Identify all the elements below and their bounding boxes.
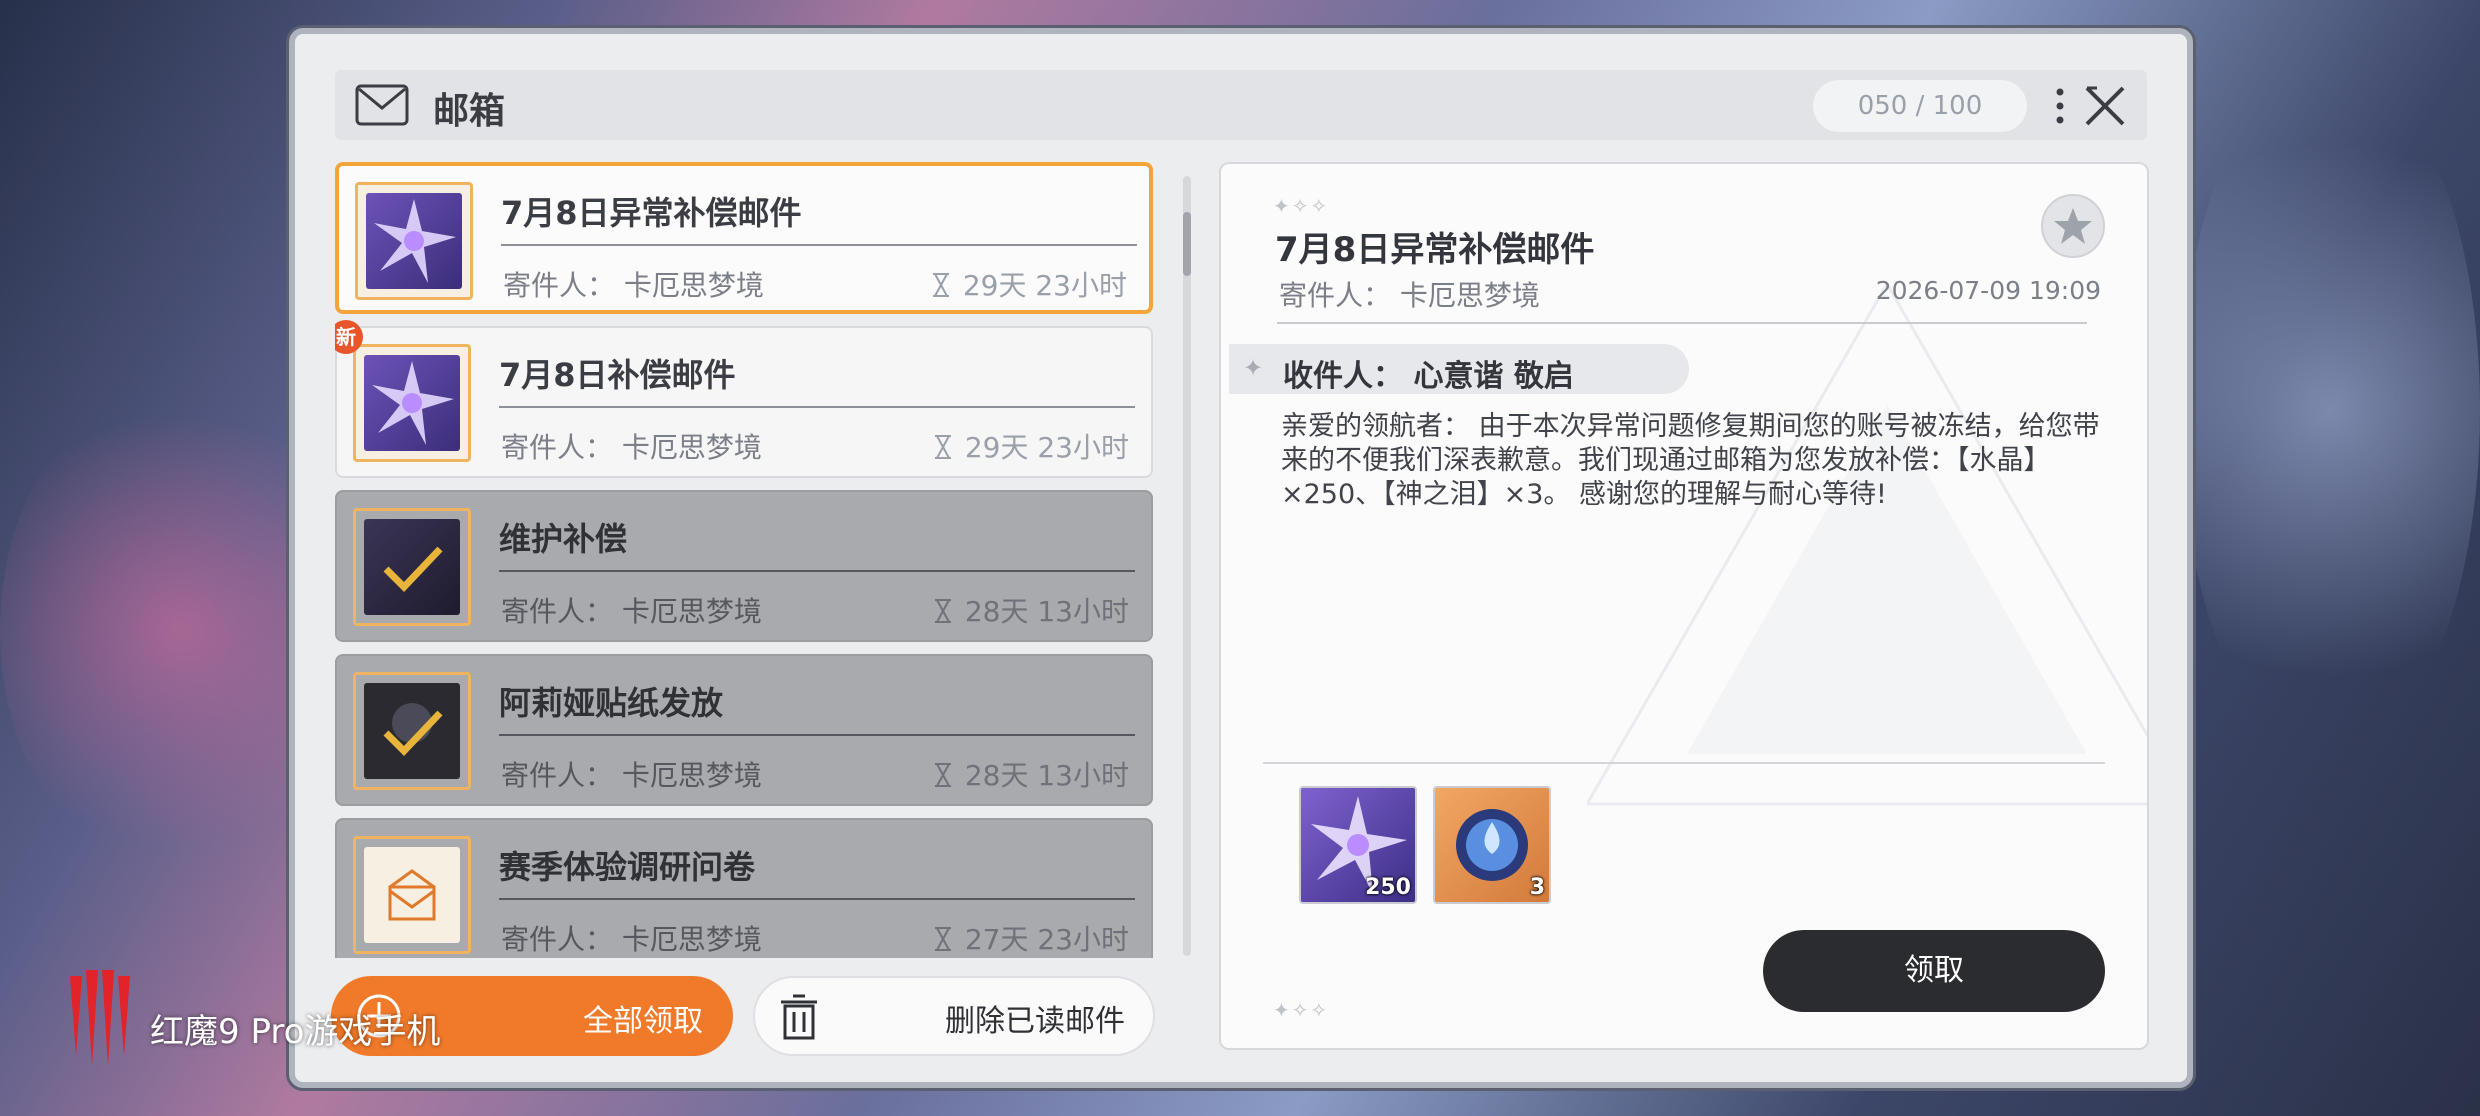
detail-title: 7月8日异常补偿邮件 xyxy=(1275,230,1595,270)
recipient-bar: ✦ 收件人： 心意谐 敬启 xyxy=(1229,344,1689,394)
mail-detail: ✦✧✧ 7月8日异常补偿邮件 寄件人： 卡厄思梦境 2026-07-09 19:… xyxy=(1219,162,2149,1050)
mail-sender: 寄件人： 卡厄思梦境 xyxy=(501,923,762,956)
sparkle-decoration: ✦✧✧ xyxy=(1273,194,1330,218)
mail-item[interactable]: 新 7月8日补偿邮件 寄件人： 卡厄思梦境 29天 23小时 xyxy=(335,320,1153,478)
claimed-check-icon xyxy=(364,519,460,615)
mail-expiry: 29天 23小时 xyxy=(931,264,1127,304)
mail-title: 维护补偿 xyxy=(499,520,628,558)
divider xyxy=(1277,322,2087,324)
detail-sender: 寄件人： 卡厄思梦境 xyxy=(1279,279,1540,312)
mailbox-header: 邮箱 050 / 100 xyxy=(335,70,2147,140)
mail-list-scrollbar[interactable] xyxy=(1183,176,1191,956)
mail-expiry: 27天 23小时 xyxy=(933,918,1129,958)
delete-read-button[interactable]: 删除已读邮件 xyxy=(753,976,1155,1056)
watermark-text: 红魔9 Pro游戏手机 xyxy=(150,1012,441,1052)
divider xyxy=(499,406,1135,408)
recipient-label: 收件人： 心意谐 敬启 xyxy=(1283,359,1574,394)
mail-thumbnail xyxy=(353,836,471,954)
attachment-qty: 3 xyxy=(1529,875,1545,900)
mail-sender: 寄件人： 卡厄思梦境 xyxy=(501,595,762,628)
mail-body: 亲爱的领航者： 由于本次异常问题修复期间您的账号被冻结，给您带来的不便我们深表歉… xyxy=(1281,411,2100,510)
mail-title: 7月8日补偿邮件 xyxy=(499,356,736,394)
sparkle-icon: ✦ xyxy=(1243,354,1264,382)
mail-sender: 寄件人： 卡厄思梦境 xyxy=(501,431,762,464)
favorite-button[interactable] xyxy=(2041,194,2105,258)
mail-icon xyxy=(355,84,409,126)
mail-thumbnail xyxy=(355,182,473,300)
page-title: 邮箱 xyxy=(433,91,506,132)
mail-sender: 寄件人： 卡厄思梦境 xyxy=(501,759,762,792)
mail-item[interactable]: 维护补偿 寄件人： 卡厄思梦境 28天 13小时 xyxy=(335,490,1153,642)
mail-thumbnail xyxy=(353,344,471,462)
mail-item[interactable]: 阿莉娅贴纸发放 寄件人： 卡厄思梦境 28天 13小时 xyxy=(335,654,1153,806)
hourglass-icon xyxy=(934,763,951,787)
claimed-check-icon xyxy=(364,683,460,779)
mail-item[interactable]: 7月8日异常补偿邮件 寄件人： 卡厄思梦境 29天 23小时 xyxy=(335,162,1153,314)
divider xyxy=(499,570,1135,572)
claim-all-label: 全部领取 xyxy=(583,1004,703,1039)
mail-expiry-text: 28天 13小时 xyxy=(964,759,1129,792)
envelope-icon xyxy=(364,847,460,943)
crystal-icon xyxy=(366,193,462,289)
hourglass-icon xyxy=(934,599,951,623)
red-magic-logo xyxy=(70,970,130,1066)
close-icon[interactable] xyxy=(2081,82,2129,130)
mail-expiry-text: 29天 23小时 xyxy=(962,269,1127,302)
mail-expiry-text: 27天 23小时 xyxy=(964,923,1129,956)
device-watermark: 红魔9 Pro游戏手机 xyxy=(60,966,520,1076)
mail-title: 7月8日异常补偿邮件 xyxy=(501,194,802,232)
divider xyxy=(501,244,1137,246)
detail-date: 2026-07-09 19:09 xyxy=(1875,276,2101,305)
mail-expiry-text: 29天 23小时 xyxy=(964,431,1129,464)
hourglass-icon xyxy=(932,273,949,297)
attachment-item[interactable]: 250 xyxy=(1299,786,1417,904)
mail-expiry: 28天 13小时 xyxy=(933,754,1129,794)
claim-button[interactable]: 领取 xyxy=(1763,930,2105,1012)
crystal-icon xyxy=(364,355,460,451)
hourglass-icon xyxy=(934,927,951,951)
mail-thumbnail xyxy=(353,672,471,790)
mail-expiry-text: 28天 13小时 xyxy=(964,595,1129,628)
hourglass-icon xyxy=(934,435,951,459)
divider xyxy=(499,734,1135,736)
divider xyxy=(1263,762,2105,764)
trash-icon xyxy=(781,994,817,1040)
mail-thumbnail xyxy=(353,508,471,626)
star-icon xyxy=(2054,208,2092,244)
mail-sender: 寄件人： 卡厄思梦境 xyxy=(503,269,764,302)
delete-read-label: 删除已读邮件 xyxy=(945,1004,1125,1039)
mail-title: 阿莉娅贴纸发放 xyxy=(499,684,724,722)
attachment-item[interactable]: 3 xyxy=(1433,786,1551,904)
mailbox-panel: 邮箱 050 / 100 7月8日异常补偿邮件 寄件人： 卡厄思梦境 29天 2… xyxy=(289,28,2193,1088)
sparkle-decoration: ✦✧✧ xyxy=(1273,998,1330,1022)
attachment-qty: 250 xyxy=(1365,875,1411,900)
mail-expiry: 29天 23小时 xyxy=(933,426,1129,466)
divider xyxy=(499,898,1135,900)
mail-list[interactable]: 7月8日异常补偿邮件 寄件人： 卡厄思梦境 29天 23小时 新 7月8日补偿邮… xyxy=(335,162,1155,958)
scrollbar-thumb[interactable] xyxy=(1183,212,1191,276)
background-glow-right xyxy=(2180,60,2480,760)
mail-item[interactable]: 赛季体验调研问卷 寄件人： 卡厄思梦境 27天 23小时 xyxy=(335,818,1153,958)
mail-count: 050 / 100 xyxy=(1813,80,2027,132)
more-options-icon[interactable] xyxy=(2053,84,2067,128)
mail-title: 赛季体验调研问卷 xyxy=(499,848,756,886)
mail-expiry: 28天 13小时 xyxy=(933,590,1129,630)
